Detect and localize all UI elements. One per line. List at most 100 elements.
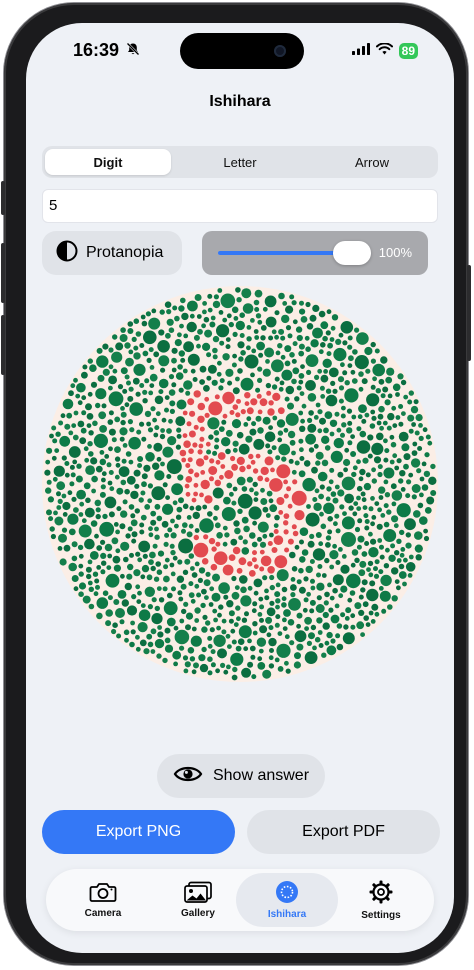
field-dot bbox=[311, 466, 318, 474]
field-dot bbox=[202, 301, 208, 306]
field-dot bbox=[94, 533, 99, 539]
field-dot bbox=[164, 395, 170, 400]
field-dot bbox=[419, 476, 425, 482]
field-dot bbox=[356, 332, 369, 345]
segment-digit[interactable]: Digit bbox=[45, 149, 171, 175]
export-png-button[interactable]: Export PNG bbox=[42, 810, 235, 854]
field-dot bbox=[203, 316, 210, 323]
field-dot bbox=[194, 583, 200, 589]
simulation-mode-label: Protanopia bbox=[86, 244, 164, 261]
export-pdf-button[interactable]: Export PDF bbox=[247, 810, 440, 854]
digit-input[interactable]: 5 bbox=[42, 189, 438, 223]
field-dot bbox=[119, 436, 125, 442]
field-dot bbox=[154, 425, 160, 431]
segment-letter[interactable]: Letter bbox=[177, 149, 303, 175]
field-dot bbox=[95, 507, 101, 513]
field-dot bbox=[158, 389, 164, 395]
field-dot bbox=[146, 574, 153, 581]
field-dot bbox=[237, 638, 245, 645]
field-dot bbox=[408, 472, 414, 478]
field-dot bbox=[139, 343, 145, 348]
field-dot bbox=[285, 385, 295, 395]
field-dot bbox=[109, 486, 115, 492]
field-dot bbox=[225, 337, 231, 342]
segment-arrow[interactable]: Arrow bbox=[309, 149, 435, 175]
action-button bbox=[1, 181, 5, 215]
field-dot bbox=[167, 527, 173, 533]
field-dot bbox=[359, 560, 367, 568]
tab-ishihara[interactable]: Ishihara bbox=[236, 873, 338, 927]
field-dot bbox=[68, 390, 74, 397]
field-dot bbox=[357, 518, 363, 524]
field-dot bbox=[88, 603, 95, 610]
field-dot bbox=[300, 418, 305, 424]
field-dot bbox=[231, 591, 240, 600]
field-dot bbox=[172, 555, 178, 561]
field-dot bbox=[77, 420, 85, 428]
show-answer-button[interactable]: Show answer bbox=[157, 754, 325, 798]
field-dot bbox=[298, 410, 304, 416]
simulation-mode-button[interactable]: Protanopia bbox=[42, 231, 182, 275]
figure-dot bbox=[220, 464, 226, 469]
field-dot bbox=[360, 491, 366, 497]
plate-type-segmented-control[interactable]: Digit Letter Arrow bbox=[42, 146, 438, 178]
field-dot bbox=[285, 668, 291, 674]
field-dot bbox=[147, 427, 154, 433]
field-dot bbox=[175, 372, 184, 380]
field-dot bbox=[207, 293, 213, 299]
tab-gallery[interactable]: Gallery bbox=[147, 873, 249, 927]
field-dot bbox=[275, 582, 281, 588]
field-dot bbox=[332, 543, 337, 549]
field-dot bbox=[162, 586, 168, 592]
field-dot bbox=[119, 523, 126, 530]
field-dot bbox=[304, 651, 318, 664]
field-dot bbox=[358, 609, 365, 616]
eye-icon bbox=[173, 764, 203, 789]
tab-camera[interactable]: Camera bbox=[52, 873, 154, 927]
field-dot bbox=[383, 563, 390, 569]
field-dot bbox=[365, 472, 371, 478]
field-dot bbox=[150, 628, 157, 635]
field-dot bbox=[117, 384, 124, 390]
field-dot bbox=[169, 562, 175, 568]
field-dot bbox=[361, 579, 368, 586]
field-dot bbox=[56, 481, 66, 491]
tab-settings[interactable]: Settings bbox=[330, 873, 432, 927]
figure-dot bbox=[273, 535, 284, 545]
figure-dot bbox=[214, 394, 220, 400]
field-dot bbox=[51, 425, 57, 431]
field-dot bbox=[246, 325, 252, 330]
figure-dot bbox=[179, 449, 187, 457]
field-dot bbox=[335, 633, 341, 639]
slider-thumb[interactable] bbox=[333, 241, 371, 265]
field-dot bbox=[238, 443, 250, 455]
field-dot bbox=[101, 403, 107, 409]
field-dot bbox=[53, 510, 58, 516]
field-dot bbox=[105, 573, 120, 588]
field-dot bbox=[84, 457, 90, 463]
field-dot bbox=[288, 458, 294, 464]
field-dot bbox=[78, 553, 84, 559]
field-dot bbox=[153, 351, 160, 358]
field-dot bbox=[281, 602, 287, 608]
field-dot bbox=[315, 451, 324, 460]
field-dot bbox=[78, 563, 84, 569]
figure-dot bbox=[215, 459, 221, 465]
field-dot bbox=[237, 368, 243, 374]
field-dot bbox=[164, 644, 174, 653]
field-dot bbox=[348, 505, 354, 511]
field-dot bbox=[140, 514, 147, 521]
field-dot bbox=[367, 453, 373, 459]
field-dot bbox=[150, 510, 157, 517]
field-dot bbox=[101, 560, 107, 566]
field-dot bbox=[232, 486, 238, 492]
field-dot bbox=[423, 470, 431, 478]
field-dot bbox=[73, 377, 78, 383]
field-dot bbox=[68, 562, 77, 572]
field-dot bbox=[162, 657, 168, 664]
field-dot bbox=[281, 369, 293, 381]
field-dot bbox=[120, 479, 127, 486]
field-dot bbox=[287, 402, 294, 410]
field-dot bbox=[338, 593, 344, 599]
field-dot bbox=[321, 652, 327, 658]
